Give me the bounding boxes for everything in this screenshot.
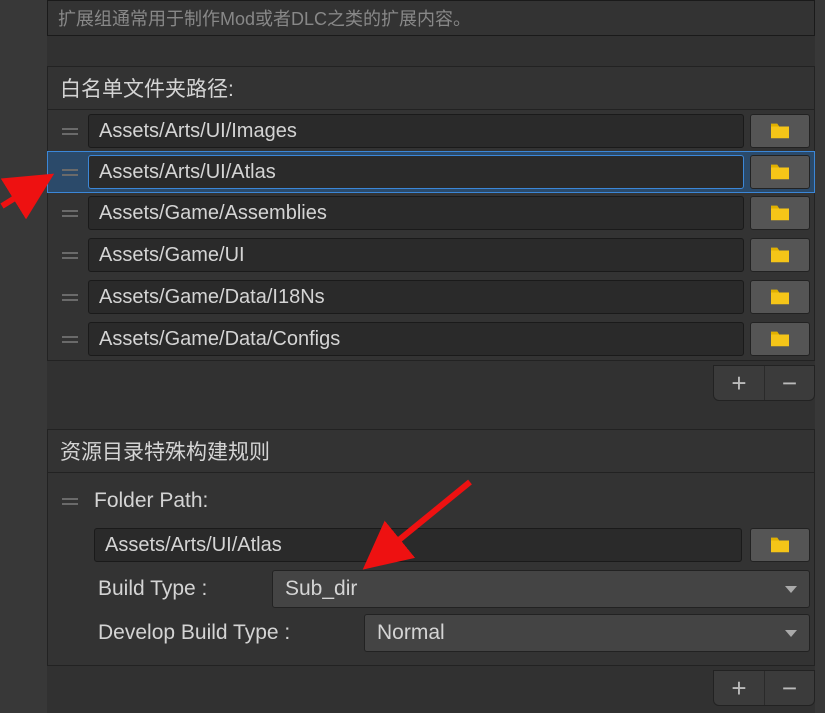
whitelist-path-input[interactable] [88,196,744,230]
whitelist-header: 白名单文件夹路径: [48,67,814,110]
info-banner: 扩展组通常用于制作Mod或者DLC之类的扩展内容。 [47,0,815,36]
whitelist-section: 白名单文件夹路径: [47,66,815,361]
whitelist-row[interactable] [47,151,815,193]
whitelist-toolbar: + − [47,365,815,401]
dev-build-type-label: Develop Build Type : [94,621,290,644]
folder-picker-button[interactable] [750,280,810,314]
folder-icon [769,204,791,222]
whitelist-path-input[interactable] [88,280,744,314]
whitelist-path-input[interactable] [88,322,744,356]
folder-picker-button[interactable] [750,114,810,148]
build-type-label: Build Type : [94,577,207,600]
folder-picker-button[interactable] [750,528,810,562]
whitelist-row[interactable] [48,192,814,234]
drag-handle-icon[interactable] [58,252,82,259]
folder-icon [769,246,791,264]
folder-picker-button[interactable] [750,322,810,356]
whitelist-path-input[interactable] [88,155,744,189]
info-text: 扩展组通常用于制作Mod或者DLC之类的扩展内容。 [58,9,471,29]
rules-add-button[interactable]: + [714,671,764,705]
folder-path-label: Folder Path: [90,489,208,513]
whitelist-row[interactable] [48,318,814,360]
build-rules-toolbar: + − [47,670,815,706]
build-type-value: Sub_dir [285,577,357,601]
whitelist-add-button[interactable]: + [714,366,764,400]
drag-handle-icon[interactable] [58,169,82,176]
chevron-down-icon [785,586,797,593]
chevron-down-icon [785,630,797,637]
build-rules-section: 资源目录特殊构建规则 Folder Path: Build Type : [47,429,815,666]
folder-icon [769,163,791,181]
folder-icon [769,330,791,348]
folder-icon [769,536,791,554]
folder-picker-button[interactable] [750,238,810,272]
dev-build-type-value: Normal [377,621,445,645]
whitelist-path-input[interactable] [88,238,744,272]
dev-build-type-dropdown[interactable]: Normal [364,614,810,652]
folder-picker-button[interactable] [750,155,810,189]
drag-handle-icon[interactable] [58,128,82,135]
whitelist-remove-button[interactable]: − [764,366,814,400]
folder-icon [769,122,791,140]
build-rules-header: 资源目录特殊构建规则 [48,430,814,473]
rules-remove-button[interactable]: − [764,671,814,705]
whitelist-row[interactable] [48,110,814,152]
whitelist-path-input[interactable] [88,114,744,148]
build-type-dropdown[interactable]: Sub_dir [272,570,810,608]
whitelist-row[interactable] [48,276,814,318]
drag-handle-icon[interactable] [58,294,82,301]
whitelist-row[interactable] [48,234,814,276]
drag-handle-icon[interactable] [58,336,82,343]
drag-handle-icon[interactable] [58,210,82,217]
folder-icon [769,288,791,306]
folder-picker-button[interactable] [750,196,810,230]
drag-handle-icon[interactable] [58,498,82,505]
folder-path-input[interactable] [94,528,742,562]
